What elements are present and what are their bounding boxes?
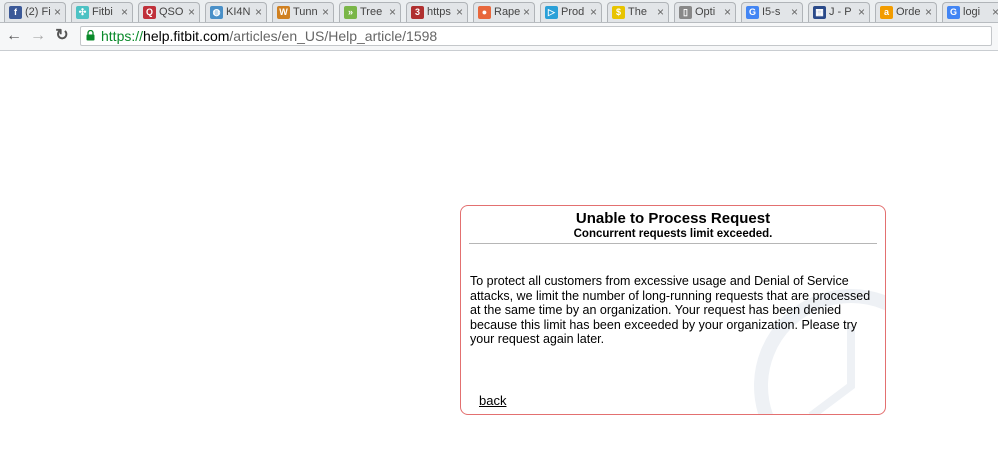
grid-icon: ▦ (813, 6, 826, 19)
toolbar: ← → ↻ https://help.fitbit.com/articles/e… (0, 23, 998, 51)
browser-tab[interactable]: ▯ Opti × (674, 2, 736, 22)
close-tab-icon[interactable]: × (523, 5, 530, 19)
close-tab-icon[interactable]: × (657, 5, 664, 19)
close-tab-icon[interactable]: × (791, 5, 798, 19)
browser-tab[interactable]: ✣ Fitbi × (71, 2, 133, 22)
browser-tab[interactable]: W Tunn × (272, 2, 334, 22)
tab-label: Tunn (293, 6, 318, 18)
close-tab-icon[interactable]: × (188, 5, 195, 19)
back-link[interactable]: back (479, 393, 506, 408)
browser-tab[interactable]: $ The × (607, 2, 669, 22)
fitbit-icon: ✣ (76, 6, 89, 19)
error-subtitle: Concurrent requests limit exceeded. (573, 228, 773, 240)
product-icon: ▷ (545, 6, 558, 19)
close-tab-icon[interactable]: × (590, 5, 597, 19)
tab-label: I5-s (762, 6, 781, 18)
tab-label: (2) Fi (25, 6, 51, 18)
url-path: /articles/en_US/Help_article/1598 (229, 28, 438, 44)
tab-label: Orde (896, 6, 921, 18)
google-icon: G (947, 6, 960, 19)
close-tab-icon[interactable]: × (54, 5, 61, 19)
tab-label: J - P (829, 6, 852, 18)
error-message: To protect all customers from excessive … (470, 274, 871, 346)
close-tab-icon[interactable]: × (724, 5, 731, 19)
tab-label: KI4N (226, 6, 251, 18)
amazon-icon: a (880, 6, 893, 19)
url-text: https://help.fitbit.com/articles/en_US/H… (101, 28, 437, 45)
tab-label: Opti (695, 6, 716, 18)
wa-icon: W (277, 6, 290, 19)
browser-tab[interactable]: Q QSO × (138, 2, 200, 22)
reload-icon[interactable]: ↻ (52, 26, 72, 46)
qso-icon: Q (143, 6, 156, 19)
browser-tab[interactable]: » Tree × (339, 2, 401, 22)
error-panel: Unable to Process Request Concurrent req… (460, 205, 886, 415)
globe-icon: ◍ (210, 6, 223, 19)
close-tab-icon[interactable]: × (456, 5, 463, 19)
browser-tab[interactable]: Glogi × (942, 2, 998, 22)
close-tab-icon[interactable]: × (255, 5, 262, 19)
tab-label: logi (963, 6, 981, 18)
tree-icon: » (344, 6, 357, 19)
back-arrow-icon[interactable]: ← (4, 26, 24, 46)
page-icon: 3 (411, 6, 424, 19)
error-title: Unable to Process Request (575, 210, 771, 227)
tab-label: Tree (360, 6, 383, 18)
the-icon: $ (612, 6, 625, 19)
tab-strip: f (2) Fi × ✣ Fitbi × Q QSO × ◍ KI4N × W Tunn ×» Tree × 3 h… (0, 0, 998, 23)
tab-label: https (427, 6, 451, 18)
divider (469, 243, 877, 244)
browser-tab[interactable]: ▦ J - P × (808, 2, 870, 22)
lock-icon (86, 30, 95, 41)
browser-tab[interactable]: a Orde × (875, 2, 937, 22)
close-tab-icon[interactable]: × (858, 5, 865, 19)
browser-tab[interactable]: f (2) Fi × (4, 2, 66, 22)
browser-tab[interactable]: ◍ KI4N × (205, 2, 267, 22)
rapportive-icon: ● (478, 6, 491, 19)
browser-tab[interactable]: 3 https × (406, 2, 468, 22)
tab-label: Rape (494, 6, 520, 18)
browser-tab[interactable]: ▷ Prod × (540, 2, 602, 22)
document-icon: ▯ (679, 6, 692, 19)
tab-label: The (628, 6, 647, 18)
close-tab-icon[interactable]: × (121, 5, 128, 19)
url-host: help.fitbit.com (143, 28, 230, 44)
tab-label: Prod (561, 6, 585, 18)
address-bar[interactable]: https://help.fitbit.com/articles/en_US/H… (80, 26, 992, 46)
browser-tab[interactable]: ● Rape × (473, 2, 535, 22)
close-tab-icon[interactable]: × (389, 5, 396, 19)
google-icon: G (746, 6, 759, 19)
close-tab-icon[interactable]: × (322, 5, 329, 19)
url-scheme: https:// (101, 28, 144, 44)
facebook-icon: f (9, 6, 22, 19)
close-tab-icon[interactable]: × (992, 5, 998, 19)
browser-tab[interactable]: G I5-s × (741, 2, 803, 22)
forward-arrow-icon[interactable]: → (28, 26, 48, 46)
close-tab-icon[interactable]: × (925, 5, 932, 19)
tab-label: Fitbi (92, 6, 113, 18)
tab-label: QSO (159, 6, 184, 18)
